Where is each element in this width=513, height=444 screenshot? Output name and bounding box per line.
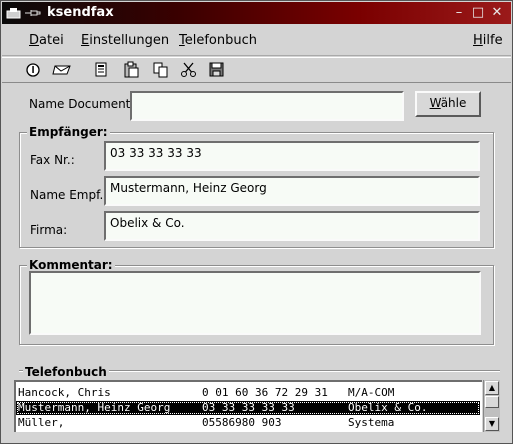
scroll-down-icon[interactable]: ▼ — [485, 417, 499, 431]
phonebook-company: Systema — [348, 416, 395, 429]
recipient-name-label: Name Empf.: — [30, 188, 108, 202]
toolbar — [2, 57, 511, 83]
close-icon[interactable]: ✕ — [489, 5, 505, 21]
document-input[interactable] — [130, 91, 404, 121]
phonebook-list[interactable]: Hancock, Chris 0 01 60 36 72 29 31 M/A-C… — [14, 380, 482, 432]
phonebook-number: 03 33 33 33 33 — [202, 401, 295, 414]
table-row[interactable]: Hancock, Chris 0 01 60 36 72 29 31 M/A-C… — [16, 386, 480, 400]
phonebook-company: Obelix & Co. — [348, 401, 428, 414]
comment-group-title: Kommentar: — [27, 258, 115, 272]
menubar: Datei Einstellungen Telefonbuch Hilfe — [2, 25, 511, 56]
menu-einstellungen[interactable]: Einstellungen — [81, 33, 169, 48]
fax-number-input[interactable]: 03 33 33 33 33 — [104, 141, 480, 171]
phonebook-name: Müller, — [18, 416, 65, 429]
scroll-up-icon[interactable]: ▲ — [485, 381, 499, 395]
company-input[interactable]: Obelix & Co. — [104, 211, 480, 241]
window-title: ksendfax — [47, 5, 114, 20]
cut-icon[interactable] — [180, 61, 198, 79]
phonebook-icon[interactable] — [93, 61, 111, 79]
paste-icon[interactable] — [123, 61, 141, 79]
document-label: Name Document: — [29, 97, 135, 111]
company-label: Firma: — [30, 223, 68, 237]
ksendfax-window: ksendfax – □ ✕ Datei Einstellungen Telef… — [0, 0, 513, 444]
phonebook-company: M/A-COM — [348, 386, 395, 399]
window-menu-icon[interactable] — [6, 5, 22, 21]
recipient-group-title: Empfänger: — [27, 125, 110, 139]
menu-hilfe[interactable]: Hilfe — [473, 33, 503, 48]
phonebook-name: Hancock, Chris — [18, 386, 111, 399]
recipient-name-input[interactable]: Mustermann, Heinz Georg — [104, 176, 480, 206]
table-row[interactable]: Müller, 05586980 903 Systema — [16, 416, 480, 430]
phonebook-title: Telefonbuch — [23, 365, 109, 379]
menu-telefonbuch[interactable]: Telefonbuch — [179, 33, 257, 48]
phonebook-name: Mustermann, Heinz Georg — [18, 401, 171, 414]
menu-datei[interactable]: Datei — [29, 33, 64, 48]
info-icon[interactable] — [24, 61, 42, 79]
pin-icon[interactable] — [24, 5, 41, 21]
save-icon[interactable] — [208, 61, 226, 79]
send-fax-icon[interactable] — [52, 61, 71, 79]
maximize-icon[interactable]: □ — [470, 5, 486, 21]
scroll-thumb[interactable] — [485, 396, 499, 408]
minimize-icon[interactable]: – — [451, 5, 467, 21]
phonebook-number: 0 01 60 36 72 29 31 — [202, 386, 328, 399]
table-row-selected[interactable]: Mustermann, Heinz Georg 03 33 33 33 33 O… — [16, 401, 480, 415]
title-bar[interactable]: ksendfax – □ ✕ — [2, 2, 511, 24]
fax-number-label: Fax Nr.: — [30, 153, 75, 167]
copy-icon[interactable] — [152, 61, 170, 79]
phonebook-scrollbar[interactable]: ▲ ▼ — [483, 380, 500, 432]
phonebook-number: 05586980 903 — [202, 416, 282, 429]
comment-textarea[interactable] — [29, 271, 481, 335]
choose-document-button[interactable]: Wähle — [415, 91, 481, 117]
